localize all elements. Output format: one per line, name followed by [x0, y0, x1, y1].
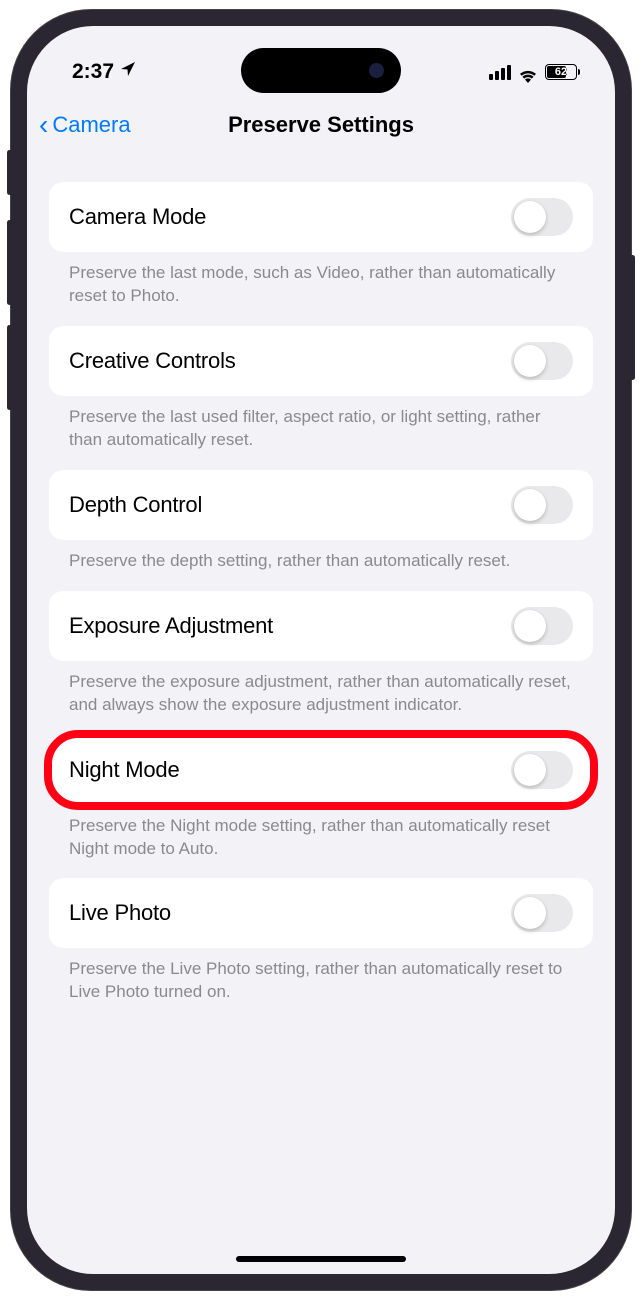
- phone-frame: 2:37 62: [11, 10, 631, 1290]
- toggle-knob: [514, 610, 546, 642]
- volume-down-button: [7, 325, 12, 410]
- setting-row: Depth Control: [49, 470, 593, 540]
- setting-label: Camera Mode: [69, 204, 206, 230]
- toggle-switch[interactable]: [511, 894, 573, 932]
- setting-group: Camera Mode Preserve the last mode, such …: [49, 182, 593, 308]
- battery-icon: 62: [545, 64, 580, 80]
- dynamic-island: [241, 48, 401, 93]
- setting-label: Creative Controls: [69, 348, 236, 374]
- setting-group: Creative Controls Preserve the last used …: [49, 326, 593, 452]
- status-time: 2:37: [72, 60, 114, 84]
- wifi-icon: [518, 65, 538, 80]
- silent-switch: [7, 150, 12, 195]
- toggle-switch[interactable]: [511, 751, 573, 789]
- toggle-switch[interactable]: [511, 486, 573, 524]
- setting-label: Depth Control: [69, 492, 202, 518]
- setting-description: Preserve the Live Photo setting, rather …: [49, 948, 593, 1004]
- power-button: [630, 255, 635, 380]
- volume-up-button: [7, 220, 12, 305]
- toggle-switch[interactable]: [511, 607, 573, 645]
- setting-row: Creative Controls: [49, 326, 593, 396]
- toggle-knob: [514, 754, 546, 786]
- toggle-knob: [514, 897, 546, 929]
- navigation-bar: ‹ Camera Preserve Settings: [27, 94, 615, 152]
- toggle-knob: [514, 489, 546, 521]
- toggle-knob: [514, 345, 546, 377]
- setting-description: Preserve the last used filter, aspect ra…: [49, 396, 593, 452]
- setting-row: Night Mode: [49, 735, 593, 805]
- setting-group: Live Photo Preserve the Live Photo settin…: [49, 878, 593, 1004]
- setting-group: Night Mode Preserve the Night mode settin…: [49, 735, 593, 861]
- back-label: Camera: [52, 112, 130, 138]
- location-icon: [120, 61, 136, 83]
- chevron-left-icon: ‹: [39, 111, 48, 139]
- cellular-signal-icon: [489, 65, 511, 80]
- setting-description: Preserve the last mode, such as Video, r…: [49, 252, 593, 308]
- screen: 2:37 62: [27, 26, 615, 1274]
- settings-list: Camera Mode Preserve the last mode, such …: [27, 152, 615, 1004]
- setting-group: Exposure Adjustment Preserve the exposure…: [49, 591, 593, 717]
- setting-description: Preserve the depth setting, rather than …: [49, 540, 593, 573]
- back-button[interactable]: ‹ Camera: [39, 111, 131, 139]
- setting-row: Live Photo: [49, 878, 593, 948]
- setting-row: Camera Mode: [49, 182, 593, 252]
- setting-description: Preserve the Night mode setting, rather …: [49, 805, 593, 861]
- toggle-switch[interactable]: [511, 342, 573, 380]
- front-camera: [369, 63, 384, 78]
- setting-label: Live Photo: [69, 900, 171, 926]
- setting-label: Exposure Adjustment: [69, 613, 273, 639]
- setting-row: Exposure Adjustment: [49, 591, 593, 661]
- setting-group: Depth Control Preserve the depth setting,…: [49, 470, 593, 573]
- setting-description: Preserve the exposure adjustment, rather…: [49, 661, 593, 717]
- setting-label: Night Mode: [69, 757, 180, 783]
- home-indicator[interactable]: [236, 1256, 406, 1262]
- toggle-knob: [514, 201, 546, 233]
- toggle-switch[interactable]: [511, 198, 573, 236]
